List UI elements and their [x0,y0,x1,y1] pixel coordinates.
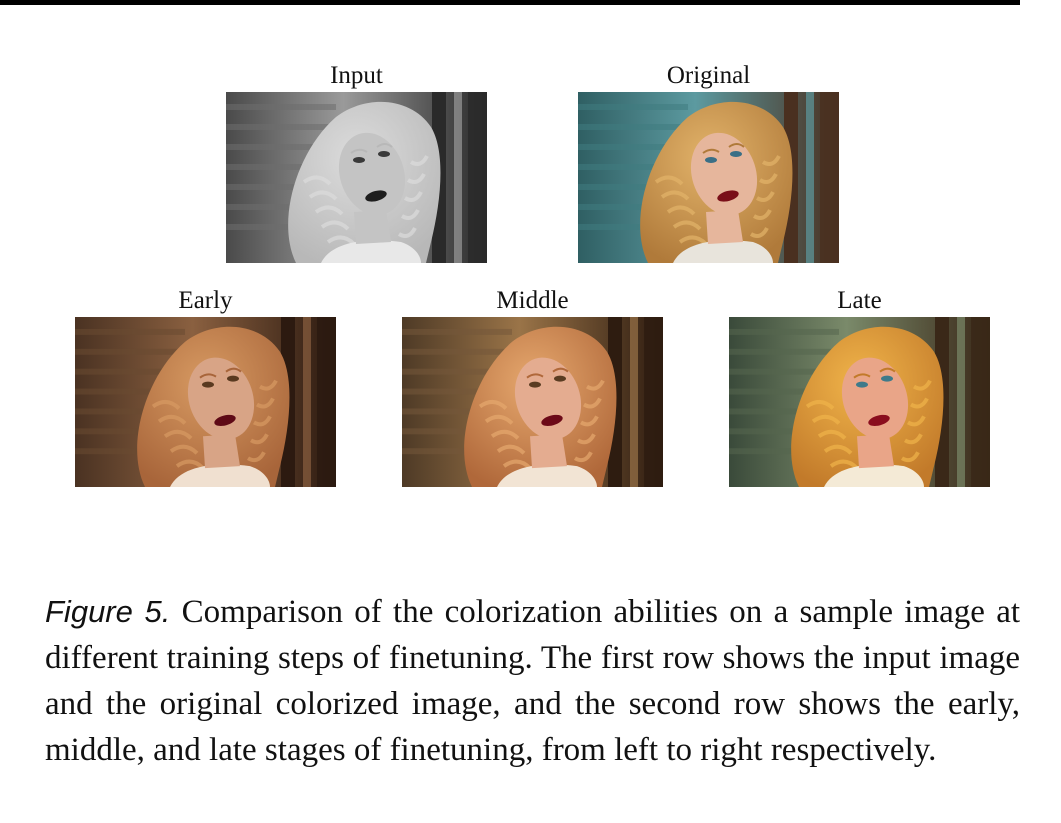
wall-slat [729,328,839,335]
neck [857,434,894,469]
panel-early: Early [75,287,336,487]
wall-slat [226,104,336,110]
door-frame [454,92,462,263]
caption-text: Comparison of the colorization abilities… [45,594,1021,768]
input-image [226,92,487,263]
wall-slat [729,348,839,355]
panel-label: Late [837,287,882,314]
eye [378,151,390,157]
door-frame [644,317,663,487]
eye [856,381,868,388]
panel-late: Late [729,287,990,487]
neck [354,210,391,244]
panel-original: Original [578,62,839,263]
eye [705,157,717,163]
panel-input: Input [226,62,487,263]
wall-slat [226,124,336,130]
door-frame [317,317,336,487]
door-frame [957,317,965,487]
original-image [578,92,839,263]
door-frame [468,92,487,263]
top-rule [0,0,1020,5]
eye [353,157,365,163]
neck [530,434,567,469]
wall-slat [578,124,688,130]
wall-slat [402,328,512,335]
eye [227,375,239,382]
figure-label: Figure 5. [45,594,171,629]
panel-label: Original [666,62,751,89]
wall-slat [578,104,688,110]
wall-slat [75,328,185,335]
door-frame [820,92,839,263]
eye [529,381,541,388]
neck [203,434,240,469]
middle-image [402,317,663,487]
panel-middle: Middle [402,287,663,487]
door-frame [806,92,814,263]
figure-caption: Figure 5. Comparison of the colorization… [45,589,1020,773]
door-frame [630,317,638,487]
panel-label: Middle [496,287,569,314]
early-image [75,317,336,487]
late-image [729,317,990,487]
door-frame [303,317,311,487]
wall-slat [75,348,185,355]
eye [202,381,214,388]
panel-label: Input [330,62,383,89]
eye [881,375,893,382]
eye [554,375,566,382]
neck [706,210,743,244]
wall-slat [402,348,512,355]
panel-label: Early [178,287,233,314]
door-frame [971,317,990,487]
eye [730,151,742,157]
